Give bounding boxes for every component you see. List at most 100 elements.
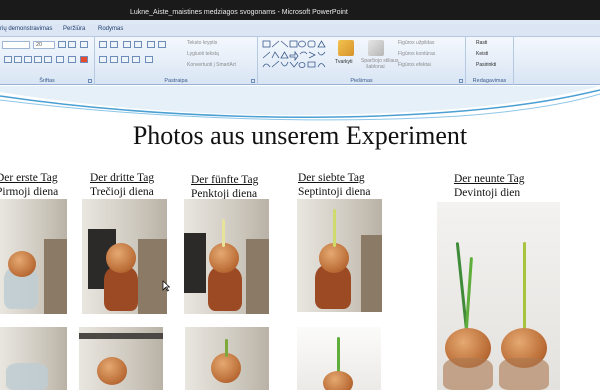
photo-onion (97, 357, 127, 385)
text-direction-button[interactable]: Teksto kryptis (187, 40, 217, 46)
arrange-button[interactable]: Tvarkyti (335, 59, 353, 65)
photo-row2-4[interactable] (297, 327, 381, 390)
paragraph-launcher-icon[interactable] (251, 79, 255, 83)
font-size-box[interactable]: 20 (33, 41, 55, 49)
photo-onion (106, 243, 136, 273)
replace-button[interactable]: Keisti (476, 51, 488, 57)
columns-icon[interactable] (158, 41, 166, 48)
photo-jar-left (443, 358, 493, 390)
photo-shelf (79, 333, 163, 339)
photo-row2-3[interactable] (185, 327, 269, 390)
shape-fill-button[interactable]: Figūros užpildas (398, 40, 434, 46)
font-launcher-icon[interactable] (88, 79, 92, 83)
photo-day-7[interactable] (297, 199, 382, 312)
drawing-group: Tvarkyti Sparčiojo stiliaus šablonai Fig… (258, 37, 466, 85)
strikethrough-icon[interactable] (34, 56, 42, 63)
paragraph-group-label: Pastraipa (164, 78, 188, 84)
photo-row2-2[interactable] (79, 327, 163, 390)
photo-box-right (246, 239, 269, 314)
shape-effects-button[interactable]: Figūros efektai (398, 62, 431, 68)
align-right-icon[interactable] (121, 56, 129, 63)
caption-day-9: Der neunte Tag Devintoji dien (454, 172, 525, 200)
photo-onion (8, 251, 36, 277)
photo-onion (209, 243, 239, 273)
caption-day-1: Der erste Tag Pirmoji diena (0, 171, 58, 199)
photo-sprout-right (523, 242, 526, 342)
align-text-button[interactable]: Lygiuoti tekstą (187, 51, 219, 57)
underline-icon[interactable] (24, 56, 32, 63)
tab-slide-show[interactable]: rių demonstravimas (0, 26, 52, 32)
caption-day-9-lt: Devintoji dien (454, 187, 521, 199)
caption-day-3-lt: Trečioji diena (90, 186, 154, 198)
caption-day-1-lt: Pirmoji diena (0, 186, 59, 198)
paragraph-group: Teksto kryptis Lygiuoti tekstą Konvertuo… (95, 37, 258, 85)
photo-day-1[interactable] (0, 199, 67, 314)
photo-box-right (361, 235, 382, 312)
font-name-box[interactable] (2, 41, 30, 49)
tab-view[interactable]: Rodymas (98, 26, 123, 32)
bullets-icon[interactable] (99, 41, 107, 48)
font-color-icon[interactable] (80, 56, 88, 63)
photo-jar (6, 363, 48, 390)
shape-outline-button[interactable]: Figūros kontūras (398, 51, 435, 57)
align-left-icon[interactable] (99, 56, 107, 63)
distribute-icon[interactable] (145, 56, 153, 63)
photo-sprout (333, 209, 336, 247)
ribbon-tabs: rių demonstravimas Peržiūra Rodymas (0, 24, 600, 37)
slide-wave-decoration (0, 86, 600, 121)
case-icon[interactable] (68, 56, 76, 63)
caption-day-7-lt: Septintoji diena (298, 186, 371, 198)
increase-indent-icon[interactable] (134, 41, 142, 48)
grow-font-icon[interactable] (58, 41, 66, 48)
caption-day-3: Der dritte Tag Trečioji diena (90, 171, 154, 199)
drawing-launcher-icon[interactable] (459, 79, 463, 83)
italic-icon[interactable] (14, 56, 22, 63)
photo-jar (208, 267, 242, 311)
justify-icon[interactable] (132, 56, 140, 63)
numbering-icon[interactable] (110, 41, 118, 48)
tab-review[interactable]: Peržiūra (63, 26, 85, 32)
drawing-group-label: Piešimas (350, 78, 373, 84)
quick-styles-label-2[interactable]: šablonai (366, 64, 385, 70)
caption-day-1-de: Der erste Tag (0, 172, 58, 184)
photo-sprout (337, 337, 340, 373)
line-spacing-icon[interactable] (147, 41, 155, 48)
bold-icon[interactable] (4, 56, 12, 63)
window-titlebar: Lukne_Aiste_maistines medziagos svogonam… (0, 0, 600, 24)
ribbon: 20 Šriftas Teksto kryptis Lygiuoti tekst… (0, 37, 600, 85)
slide-title[interactable]: Photos aus unserem Experiment (0, 121, 600, 151)
photo-jar-right (499, 358, 549, 390)
editing-group-label: Redagavimas (472, 78, 507, 84)
caption-day-7: Der siebte Tag Septintoji diena (298, 171, 371, 199)
font-group: 20 Šriftas (0, 37, 95, 85)
caption-day-5: Der fünfte Tag Penktoji diena (191, 173, 258, 201)
font-group-label: Šriftas (39, 78, 55, 84)
photo-day-5[interactable] (184, 199, 269, 314)
photo-onion (211, 353, 241, 383)
editing-group: Rasti Keisti Pasirinkti Redagavimas (466, 37, 514, 85)
shrink-font-icon[interactable] (68, 41, 76, 48)
find-button[interactable]: Rasti (476, 40, 487, 46)
photo-box-right (138, 239, 167, 314)
quick-styles-icon[interactable] (368, 40, 384, 56)
arrange-icon[interactable] (338, 40, 354, 56)
photo-jar (104, 267, 138, 311)
clear-format-icon[interactable] (80, 41, 88, 48)
decrease-indent-icon[interactable] (123, 41, 131, 48)
shadow-icon[interactable] (44, 56, 52, 63)
photo-onion (319, 243, 349, 273)
align-center-icon[interactable] (110, 56, 118, 63)
spacing-icon[interactable] (56, 56, 64, 63)
mouse-cursor-icon (162, 280, 170, 292)
convert-smartart-button[interactable]: Konvertuoti į SmartArt (187, 62, 236, 68)
photo-day-9[interactable] (437, 202, 560, 390)
photo-box (44, 239, 67, 314)
shapes-gallery[interactable] (262, 40, 332, 70)
photo-row2-1[interactable] (0, 327, 67, 390)
photo-day-3[interactable] (82, 199, 167, 314)
photo-onion (323, 371, 353, 390)
select-button[interactable]: Pasirinkti (476, 62, 496, 68)
caption-day-3-de: Der dritte Tag (90, 172, 155, 184)
caption-day-7-de: Der siebte Tag (298, 172, 365, 184)
photo-sprout (222, 219, 225, 247)
